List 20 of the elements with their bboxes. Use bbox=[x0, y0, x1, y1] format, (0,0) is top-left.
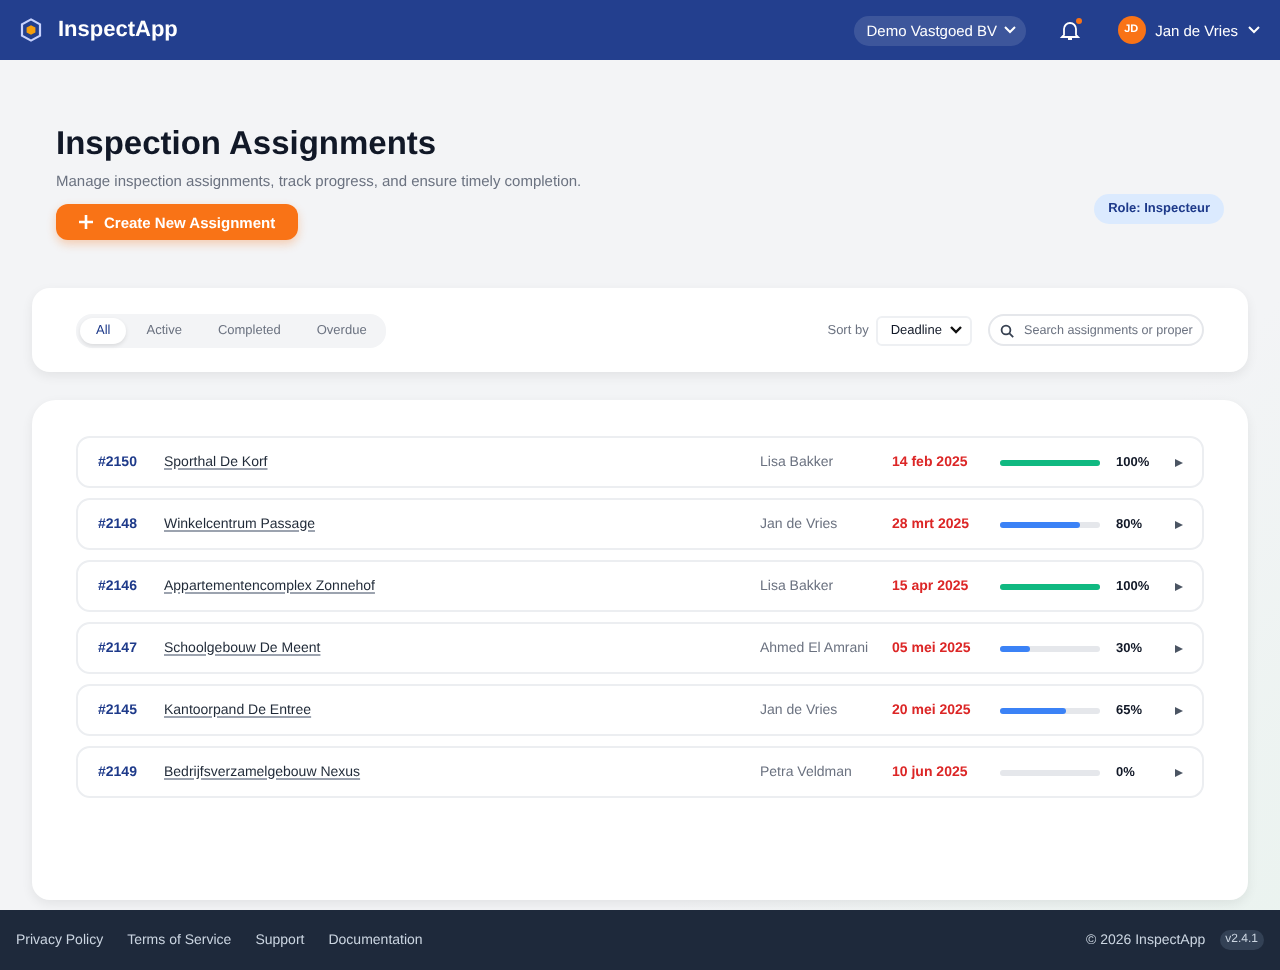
page-title: Inspection Assignments bbox=[56, 126, 439, 164]
chevron-down-icon bbox=[1003, 26, 1016, 34]
play-arrow-icon[interactable] bbox=[1174, 519, 1184, 529]
progress-bar bbox=[1000, 645, 1100, 651]
plus-icon bbox=[78, 214, 94, 230]
progress-bar bbox=[1000, 459, 1100, 465]
progress-bar bbox=[1000, 707, 1100, 713]
progress-bar bbox=[1000, 583, 1100, 589]
play-arrow-icon[interactable] bbox=[1174, 767, 1184, 777]
progress-bar bbox=[1000, 521, 1100, 527]
hexagon-logo-icon bbox=[20, 18, 42, 42]
play-arrow-icon[interactable] bbox=[1174, 705, 1184, 715]
play-arrow-icon[interactable] bbox=[1174, 643, 1184, 653]
search-icon bbox=[1000, 323, 1014, 337]
chevron-down-icon bbox=[1248, 26, 1260, 34]
chevron-down-icon bbox=[950, 326, 962, 334]
app-name: InspectApp bbox=[58, 18, 178, 42]
notification-bell-icon[interactable] bbox=[1057, 18, 1082, 42]
play-arrow-icon[interactable] bbox=[1174, 457, 1184, 467]
play-arrow-icon[interactable] bbox=[1174, 581, 1184, 591]
